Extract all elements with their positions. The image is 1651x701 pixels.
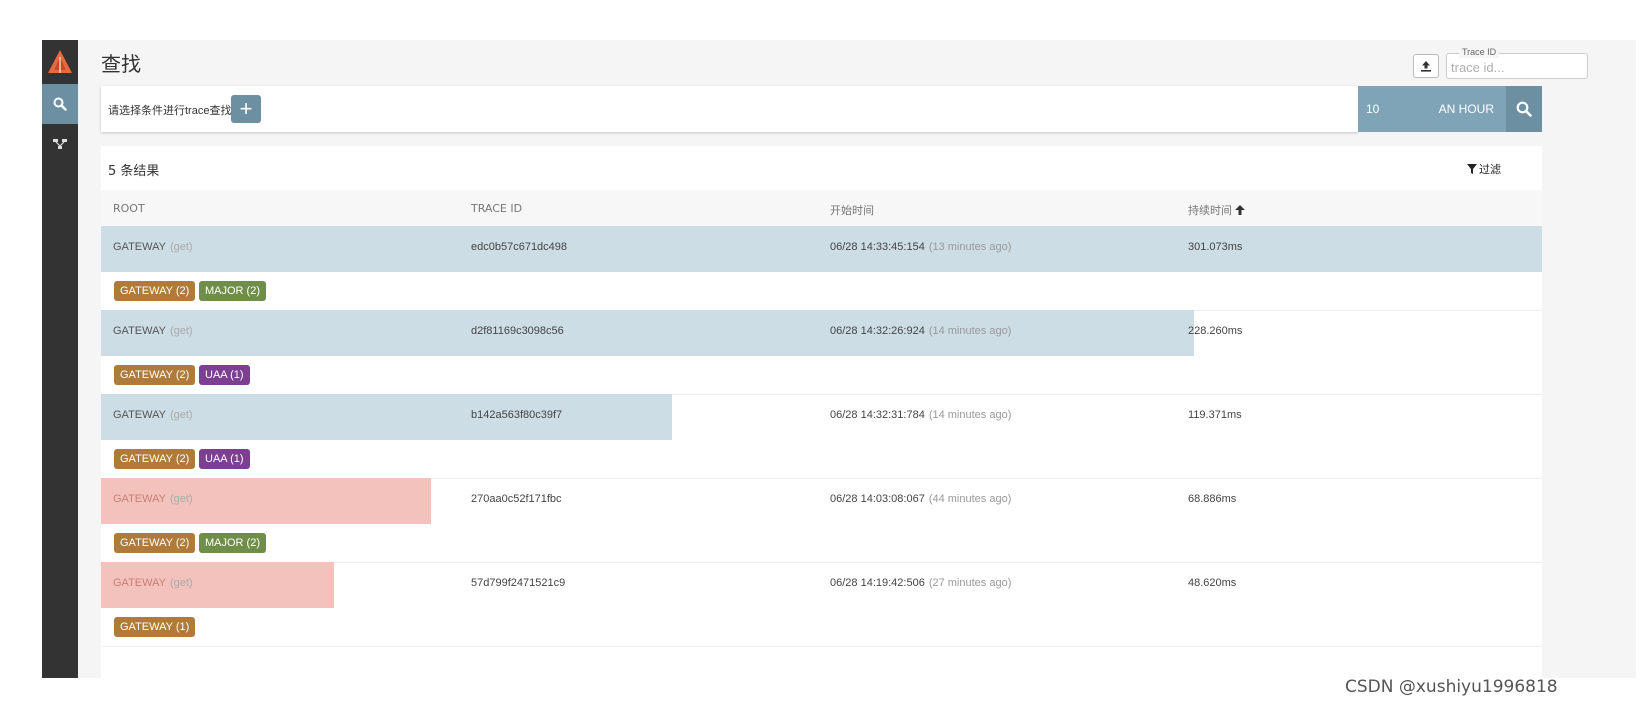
service-tag[interactable]: GATEWAY (2) [114,281,196,301]
start-time-ago: (14 minutes ago) [928,409,1012,421]
service-tag[interactable]: GATEWAY (2) [114,533,196,553]
trace-id-cell: edc0b57c671dc498 [471,241,568,253]
search-icon [1516,101,1532,117]
dependency-tree-icon [53,139,67,149]
duration-cell: 68.886ms [1188,493,1237,505]
duration-cell: 48.620ms [1188,577,1237,589]
duration-bar [101,226,1542,272]
service-tags-row: GATEWAY (2) UAA (1) [101,440,1542,479]
start-time-value: 06/28 14:19:42:506 [830,577,925,589]
start-time-cell: 06/28 14:03:08:067 (44 minutes ago) [830,493,1011,505]
service-tag[interactable]: MAJOR (2) [199,533,266,553]
sidebar [42,40,78,678]
root-cell: GATEWAY (get) [113,409,193,421]
limit-select[interactable]: 10 [1366,102,1379,116]
table-row[interactable]: GATEWAY (get) edc0b57c671dc498 06/28 14:33:… [101,226,1542,273]
start-time-value: 06/28 14:32:31:784 [830,409,925,421]
root-method: (get) [169,493,193,505]
root-cell: GATEWAY (get) [113,241,193,253]
search-icon [53,97,67,111]
time-range-select[interactable]: AN HOUR [1439,102,1494,116]
start-time-value: 06/28 14:32:26:924 [830,325,925,337]
results-card: 5 条结果 过滤 ROOT TRACE ID 开始时间 持续时间 GATEWAY… [101,146,1542,678]
trace-id-cell: b142a563f80c39f7 [471,409,563,421]
search-button[interactable] [1506,86,1542,132]
column-header-start-time[interactable]: 开始时间 [830,202,874,218]
root-cell: GATEWAY (get) [113,577,193,589]
duration-bar [101,310,1194,356]
service-tag[interactable]: MAJOR (2) [199,281,266,301]
start-time-cell: 06/28 14:32:31:784 (14 minutes ago) [830,409,1011,421]
upload-icon [1421,61,1431,72]
table-row[interactable]: GATEWAY (get) b142a563f80c39f7 06/28 14:32:… [101,394,1542,441]
trace-id-cell: 57d799f2471521c9 [471,577,566,589]
trace-id-cell: d2f81169c3098c56 [471,325,564,337]
root-service: GATEWAY [113,241,166,253]
zipkin-logo-icon[interactable] [42,40,78,84]
root-service: GATEWAY [113,325,166,337]
plus-icon: + [239,96,253,121]
main-panel: 查找 Trace ID 请选择条件进行trace查找 + 10 AN HOUR … [78,40,1636,678]
root-cell: GATEWAY (get) [113,325,193,337]
filter-label: 过滤 [1479,163,1501,176]
trace-id-input[interactable] [1449,56,1583,78]
watermark: CSDN @xushiyu1996818 [1345,677,1558,697]
start-time-ago: (44 minutes ago) [928,493,1012,505]
column-header-root[interactable]: ROOT [113,202,145,215]
service-tag[interactable]: UAA (1) [199,449,250,469]
root-cell: GATEWAY (get) [113,493,193,505]
query-options: 10 AN HOUR [1358,86,1506,132]
trace-id-cell: 270aa0c52f171fbc [471,493,562,505]
service-tags-row: GATEWAY (2) MAJOR (2) [101,524,1542,563]
service-tag[interactable]: GATEWAY (1) [114,617,196,637]
duration-cell: 119.371ms [1188,409,1242,421]
filter-icon [1467,164,1477,174]
start-time-cell: 06/28 14:19:42:506 (27 minutes ago) [830,577,1011,589]
column-header-duration[interactable]: 持续时间 [1188,202,1245,218]
root-method: (get) [169,409,193,421]
root-service: GATEWAY [113,493,166,505]
start-time-value: 06/28 14:33:45:154 [830,241,925,253]
root-service: GATEWAY [113,409,166,421]
column-header-trace-id[interactable]: TRACE ID [471,202,522,215]
service-tag[interactable]: GATEWAY (2) [114,449,196,469]
table-row[interactable]: GATEWAY (get) 270aa0c52f171fbc 06/28 14:03:… [101,478,1542,525]
start-time-ago: (14 minutes ago) [928,325,1012,337]
start-time-cell: 06/28 14:33:45:154 (13 minutes ago) [830,241,1011,253]
root-method: (get) [169,325,193,337]
nav-dependencies-button[interactable] [42,124,78,164]
service-tags-row: GATEWAY (2) UAA (1) [101,356,1542,395]
table-row[interactable]: GATEWAY (get) d2f81169c3098c56 06/28 14:32:… [101,310,1542,357]
table-row[interactable]: GATEWAY (get) 57d799f2471521c9 06/28 14:19:… [101,562,1542,609]
query-hint: 请选择条件进行trace查找 [108,105,232,117]
root-method: (get) [169,577,193,589]
nav-search-button[interactable] [42,84,78,124]
root-service: GATEWAY [113,577,166,589]
arrow-up-icon [1235,205,1245,215]
start-time-cell: 06/28 14:32:26:924 (14 minutes ago) [830,325,1011,337]
column-header-duration-label: 持续时间 [1188,204,1232,217]
upload-button[interactable] [1413,54,1439,78]
query-bar[interactable]: 请选择条件进行trace查找 + [101,86,1358,132]
duration-cell: 228.260ms [1188,325,1243,337]
start-time-ago: (27 minutes ago) [928,577,1012,589]
filter-button[interactable]: 过滤 [1467,161,1501,177]
table-header: ROOT TRACE ID 开始时间 持续时间 [101,190,1542,227]
trace-id-field: Trace ID [1446,46,1588,79]
page-title: 查找 [101,52,141,76]
duration-cell: 301.073ms [1188,241,1243,253]
start-time-ago: (13 minutes ago) [928,241,1012,253]
service-tag[interactable]: GATEWAY (2) [114,365,196,385]
service-tags-row: GATEWAY (2) MAJOR (2) [101,272,1542,311]
start-time-value: 06/28 14:03:08:067 [830,493,925,505]
add-criteria-button[interactable]: + [231,95,261,123]
service-tag[interactable]: UAA (1) [199,365,250,385]
results-count: 5 条结果 [108,164,160,179]
root-method: (get) [169,241,193,253]
service-tags-row: GATEWAY (1) [101,608,1542,647]
